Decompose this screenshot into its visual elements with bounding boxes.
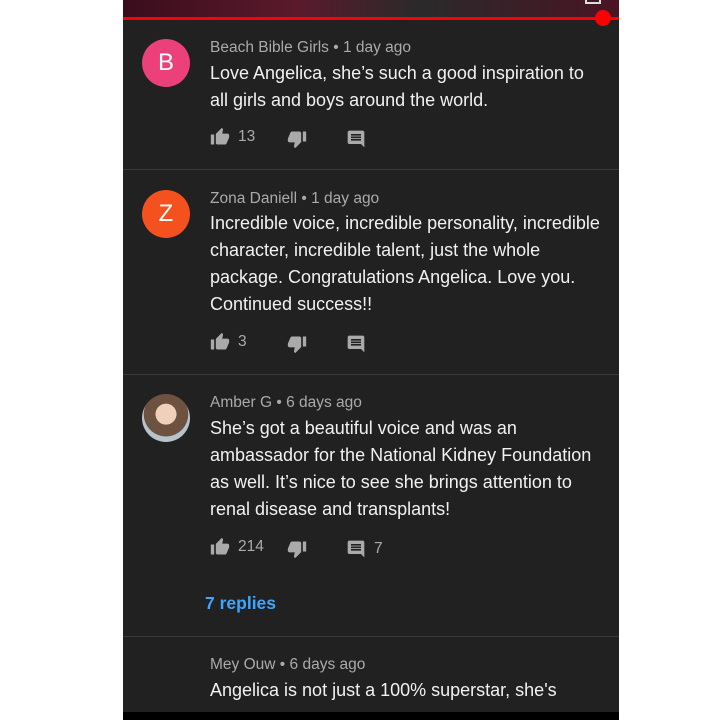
like-button[interactable]: 3 [210,332,247,352]
comment-actions: 214 7 [210,537,610,561]
meta-separator: • [333,39,339,56]
comment-meta: Zona Daniell • 1 day ago [210,190,379,208]
comment-meta: Beach Bible Girls • 1 day ago [210,39,411,57]
video-player-strip[interactable] [123,0,619,18]
fullscreen-icon[interactable] [585,0,601,4]
thumb-down-icon [287,539,307,559]
dislike-button[interactable] [287,539,307,559]
comment-item: Amber G • 6 days ago She’s got a beautif… [123,375,619,637]
comment-text: Love Angelica, she’s such a good inspira… [210,63,584,110]
reply-button[interactable] [346,334,366,354]
comment-icon [346,334,366,354]
bottom-bar [123,712,619,720]
dislike-button[interactable] [287,334,307,354]
like-count: 214 [238,538,264,555]
like-button[interactable]: 214 [210,537,264,557]
comment-text: She’s got a beautiful voice and was an a… [210,418,592,519]
comment-meta: Mey Ouw • 6 days ago [210,656,365,674]
meta-separator: • [279,656,286,673]
meta-separator: • [301,190,307,207]
comments-screen: B Beach Bible Girls • 1 day ago Love Ang… [123,0,619,712]
reply-button[interactable] [346,129,366,149]
thumb-up-icon [210,332,230,352]
comment-item: Z Zona Daniell • 1 day ago Incredible vo… [123,170,619,375]
comment-icon [346,129,366,149]
avatar[interactable] [142,394,190,442]
comment-actions: 13 [210,127,610,151]
like-button[interactable]: 13 [210,127,255,147]
avatar[interactable]: Z [142,190,190,238]
comment-item: Mey Ouw • 6 days ago Angelica is not jus… [123,637,619,712]
author-name[interactable]: Mey Ouw [210,656,275,673]
comment-text: Angelica is not just a 100% superstar, s… [210,680,557,700]
comment-actions: 3 [210,332,610,356]
like-count: 13 [238,128,256,145]
author-name[interactable]: Beach Bible Girls [210,39,329,56]
reply-button[interactable]: 7 [346,539,383,559]
comment-age: 1 day ago [342,39,412,56]
view-replies-link[interactable]: 7 replies [205,593,276,614]
author-name[interactable]: Zona Daniell [210,190,297,207]
thumb-down-icon [287,334,307,354]
like-count: 3 [238,333,247,350]
comment-age: 1 day ago [311,190,380,207]
meta-separator: • [276,394,282,411]
comment-icon [346,539,366,559]
thumb-up-icon [210,537,230,557]
thumb-down-icon [287,129,307,149]
dislike-button[interactable] [287,129,307,149]
comment-text: Incredible voice, incredible personality… [210,213,600,314]
comment-age: 6 days ago [289,656,366,673]
reply-count: 7 [374,540,383,557]
thumb-up-icon [210,127,230,147]
comment-meta: Amber G • 6 days ago [210,394,362,412]
comment-age: 6 days ago [286,394,362,411]
avatar[interactable]: B [142,39,190,87]
comment-item: B Beach Bible Girls • 1 day ago Love Ang… [123,20,619,170]
author-name[interactable]: Amber G [210,394,272,411]
